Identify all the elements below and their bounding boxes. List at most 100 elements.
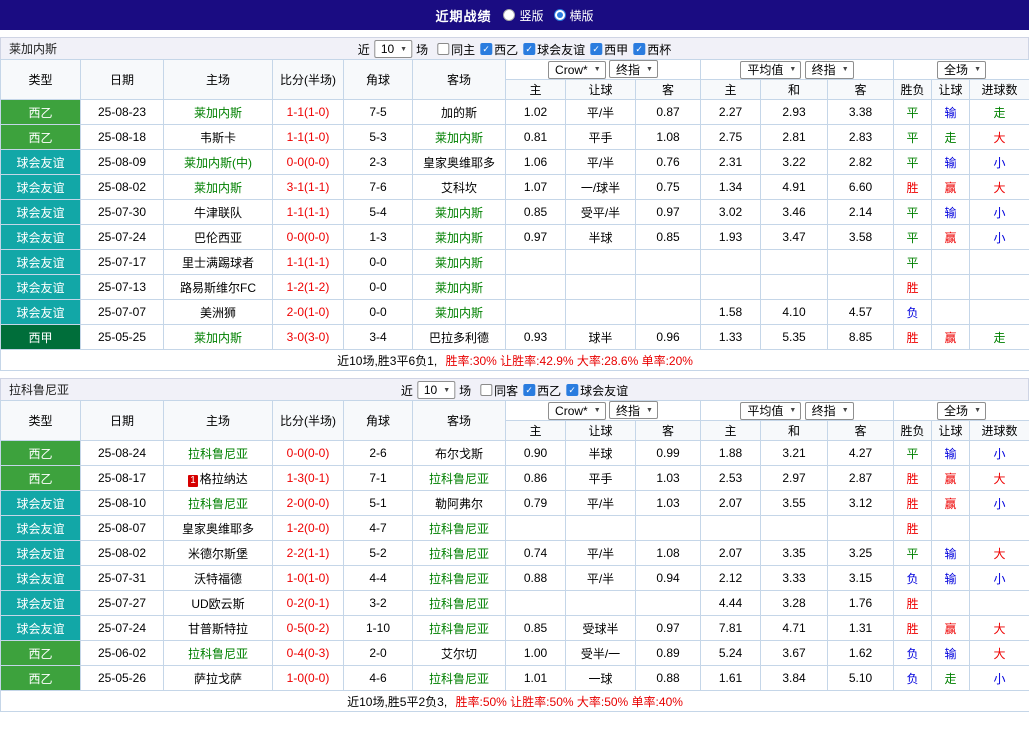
score-cell: 1-0(0-0) xyxy=(273,666,344,691)
scope-select[interactable]: 全场▼ xyxy=(937,61,986,79)
odds-away xyxy=(636,591,701,616)
away-team-cell[interactable]: 皇家奥维耶多 xyxy=(413,150,506,175)
away-team-cell[interactable]: 拉科鲁尼亚 xyxy=(413,616,506,641)
home-team-cell[interactable]: 美洲狮 xyxy=(164,300,273,325)
avg-draw: 3.84 xyxy=(761,666,828,691)
odds-handicap xyxy=(566,250,636,275)
filter-checkbox-3[interactable]: ✓西甲 xyxy=(590,41,628,58)
away-team-cell[interactable]: 莱加内斯 xyxy=(413,125,506,150)
away-team-cell[interactable]: 莱加内斯 xyxy=(413,250,506,275)
filter-checkbox-2[interactable]: ✓球会友谊 xyxy=(566,382,628,399)
home-team-cell[interactable]: 1格拉纳达 xyxy=(164,466,273,491)
checkbox-icon[interactable] xyxy=(437,43,449,55)
radio-label: 横版 xyxy=(570,7,594,24)
away-team-cell[interactable]: 巴拉多利德 xyxy=(413,325,506,350)
average-select[interactable]: 平均值▼ xyxy=(740,61,801,79)
checkbox-icon[interactable]: ✓ xyxy=(480,43,492,55)
checkbox-icon[interactable]: ✓ xyxy=(566,384,578,396)
checkbox-icon[interactable]: ✓ xyxy=(523,384,535,396)
home-team-cell[interactable]: 路易斯维尔FC xyxy=(164,275,273,300)
checkbox-icon[interactable] xyxy=(480,384,492,396)
home-team-cell[interactable]: 拉科鲁尼亚 xyxy=(164,441,273,466)
result-handicap xyxy=(932,300,970,325)
away-team-cell[interactable]: 勒阿弗尔 xyxy=(413,491,506,516)
home-team-cell[interactable]: 甘普斯特拉 xyxy=(164,616,273,641)
away-team-cell[interactable]: 拉科鲁尼亚 xyxy=(413,516,506,541)
home-team-cell[interactable]: 拉科鲁尼亚 xyxy=(164,641,273,666)
league-cell: 西乙 xyxy=(1,125,81,150)
date-cell: 25-07-30 xyxy=(81,200,164,225)
date-cell: 25-07-17 xyxy=(81,250,164,275)
home-team-cell[interactable]: 沃特福德 xyxy=(164,566,273,591)
home-team-cell[interactable]: 莱加内斯 xyxy=(164,175,273,200)
filter-checkbox-4[interactable]: ✓西杯 xyxy=(633,41,671,58)
away-team-cell[interactable]: 艾科坎 xyxy=(413,175,506,200)
chevron-down-icon: ▼ xyxy=(594,66,601,73)
result-handicap: 输 xyxy=(932,541,970,566)
home-team-cell[interactable]: 米德尔斯堡 xyxy=(164,541,273,566)
result-wdl: 胜 xyxy=(894,616,932,641)
avg-stage-select[interactable]: 终指▼ xyxy=(805,61,854,79)
odds-stage-select[interactable]: 终指▼ xyxy=(609,401,658,419)
subcol-odds-home: 主 xyxy=(506,80,566,100)
home-team-cell[interactable]: 拉科鲁尼亚 xyxy=(164,491,273,516)
away-team-cell[interactable]: 拉科鲁尼亚 xyxy=(413,666,506,691)
away-team-cell[interactable]: 拉科鲁尼亚 xyxy=(413,466,506,491)
home-team-cell[interactable]: 巴伦西亚 xyxy=(164,225,273,250)
select-value: 平均值 xyxy=(747,61,783,78)
home-team-cell[interactable]: 韦斯卡 xyxy=(164,125,273,150)
avg-away: 3.12 xyxy=(828,491,894,516)
away-team-cell[interactable]: 加的斯 xyxy=(413,100,506,125)
result-wdl: 负 xyxy=(894,641,932,666)
result-wdl: 平 xyxy=(894,200,932,225)
away-team-cell[interactable]: 拉科鲁尼亚 xyxy=(413,566,506,591)
away-team-cell[interactable]: 莱加内斯 xyxy=(413,225,506,250)
result-handicap xyxy=(932,591,970,616)
match-row: 球会友谊25-07-13路易斯维尔FC1-2(1-2)0-0莱加内斯胜 xyxy=(1,275,1029,300)
home-team-cell[interactable]: 莱加内斯 xyxy=(164,325,273,350)
match-count-select[interactable]: 10▼ xyxy=(417,381,455,399)
home-team-cell[interactable]: 莱加内斯 xyxy=(164,100,273,125)
checkbox-icon[interactable]: ✓ xyxy=(590,43,602,55)
average-select[interactable]: 平均值▼ xyxy=(740,402,801,420)
avg-stage-select[interactable]: 终指▼ xyxy=(805,402,854,420)
odds-stage-select[interactable]: 终指▼ xyxy=(609,60,658,78)
home-team-cell[interactable]: 牛津联队 xyxy=(164,200,273,225)
home-team-cell[interactable]: 皇家奥维耶多 xyxy=(164,516,273,541)
filter-checkbox-1[interactable]: ✓西乙 xyxy=(523,382,561,399)
subcol-result-handicap: 让球 xyxy=(932,421,970,441)
away-team-cell[interactable]: 布尔戈斯 xyxy=(413,441,506,466)
bookmaker-select[interactable]: Crow*▼ xyxy=(548,402,606,420)
filter-checkbox-0[interactable]: 同主 xyxy=(437,41,475,58)
scope-select[interactable]: 全场▼ xyxy=(937,402,986,420)
away-team-cell[interactable]: 拉科鲁尼亚 xyxy=(413,541,506,566)
home-team-name: 里士满踢球者 xyxy=(182,256,254,270)
radio-icon[interactable] xyxy=(554,9,566,21)
filter-near-label: 近 xyxy=(358,41,370,58)
filter-checkbox-2[interactable]: ✓球会友谊 xyxy=(523,41,585,58)
date-cell: 25-07-13 xyxy=(81,275,164,300)
bookmaker-select[interactable]: Crow*▼ xyxy=(548,61,606,79)
radio-icon[interactable] xyxy=(503,9,515,21)
filter-checkbox-1[interactable]: ✓西乙 xyxy=(480,41,518,58)
layout-radio-1[interactable]: 横版 xyxy=(554,7,594,24)
checkbox-icon[interactable]: ✓ xyxy=(633,43,645,55)
date-cell: 25-08-23 xyxy=(81,100,164,125)
away-team-cell[interactable]: 艾尔切 xyxy=(413,641,506,666)
avg-home: 2.75 xyxy=(701,125,761,150)
team-name: 拉科鲁尼亚 xyxy=(1,381,69,398)
home-team-cell[interactable]: 莱加内斯(中) xyxy=(164,150,273,175)
home-team-cell[interactable]: 里士满踢球者 xyxy=(164,250,273,275)
match-count-select[interactable]: 10▼ xyxy=(374,40,412,58)
avg-draw: 4.10 xyxy=(761,300,828,325)
home-team-cell[interactable]: 萨拉戈萨 xyxy=(164,666,273,691)
result-goals: 走 xyxy=(970,325,1029,350)
away-team-cell[interactable]: 莱加内斯 xyxy=(413,300,506,325)
layout-radio-0[interactable]: 竖版 xyxy=(503,7,543,24)
home-team-cell[interactable]: UD欧云斯 xyxy=(164,591,273,616)
away-team-cell[interactable]: 莱加内斯 xyxy=(413,200,506,225)
away-team-cell[interactable]: 莱加内斯 xyxy=(413,275,506,300)
checkbox-icon[interactable]: ✓ xyxy=(523,43,535,55)
away-team-cell[interactable]: 拉科鲁尼亚 xyxy=(413,591,506,616)
filter-checkbox-0[interactable]: 同客 xyxy=(480,382,518,399)
